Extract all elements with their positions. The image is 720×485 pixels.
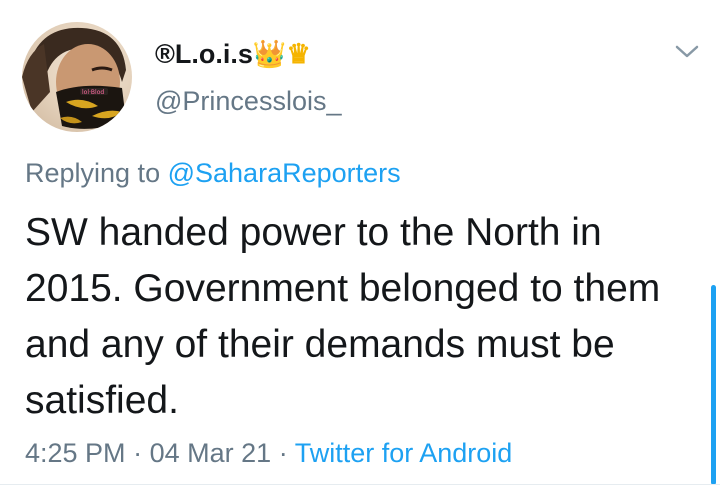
crown-emoji: 👑♛: [252, 39, 311, 69]
chevron-down-icon[interactable]: [674, 42, 700, 62]
tweet-text: SW handed power to the North in 2015. Go…: [25, 211, 661, 422]
meta-separator: ·: [133, 438, 143, 468]
meta-separator: ·: [278, 438, 288, 468]
user-handle[interactable]: @Princesslois_: [155, 86, 341, 117]
tweet-date[interactable]: 04 Mar 21: [150, 438, 272, 468]
mention-link[interactable]: @SaharaReporters: [168, 158, 401, 188]
tweet-meta: 4:25 PM · 04 Mar 21 · Twitter for Androi…: [25, 438, 512, 469]
avatar[interactable]: lol·Blod: [22, 22, 132, 132]
replying-prefix: Replying to: [25, 158, 161, 188]
display-name[interactable]: ®L.o.i.s👑♛: [155, 38, 311, 70]
tweet-source[interactable]: Twitter for Android: [295, 438, 513, 468]
scrollbar[interactable]: [711, 285, 716, 485]
profile-photo-icon: lol·Blod: [22, 27, 126, 129]
replying-to: Replying to @SaharaReporters: [25, 158, 401, 189]
svg-text:lol·Blod: lol·Blod: [82, 89, 104, 96]
tweet-time[interactable]: 4:25 PM: [25, 438, 126, 468]
display-name-text: ®L.o.i.s: [155, 39, 253, 69]
